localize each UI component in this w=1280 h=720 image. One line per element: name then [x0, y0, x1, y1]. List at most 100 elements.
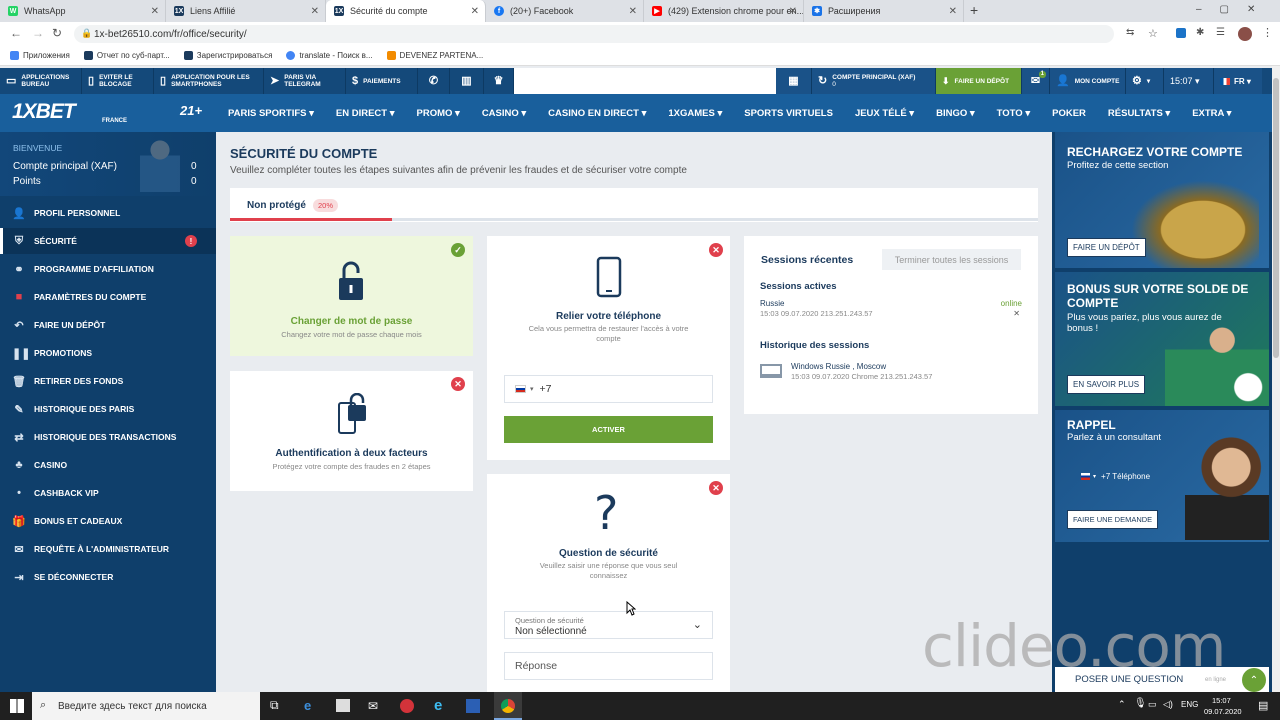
sidebar-item-historique-transactions[interactable]: ⇄ HISTORIQUE DES TRANSACTIONS	[0, 424, 216, 450]
sidebar-item-affiliation[interactable]: ⚭ PROGRAMME D'AFFILIATION	[0, 256, 216, 282]
reload-icon[interactable]: ↻	[52, 26, 62, 40]
chevron-up-icon[interactable]: ⌃	[1118, 699, 1126, 710]
learn-more-button[interactable]: EN SAVOIR PLUS	[1067, 375, 1146, 394]
star-icon[interactable]: ☆	[1148, 27, 1158, 40]
qr-button[interactable]: ▦	[776, 68, 812, 94]
chrome-taskbar-button[interactable]	[494, 692, 522, 720]
close-icon[interactable]: ✕	[949, 6, 957, 17]
close-icon[interactable]: ✕	[709, 481, 723, 495]
sidebar-item-promotions[interactable]: ❚❚ PROMOTIONS	[0, 340, 216, 366]
nav-toto[interactable]: TOTO ▾	[997, 108, 1030, 119]
two-factor-card[interactable]: ✕ Authentification à deux facteurs Proté…	[230, 371, 473, 491]
nav-casino-en-direct[interactable]: CASINO EN DIRECT ▾	[548, 108, 646, 119]
scrollbar-thumb[interactable]	[1273, 78, 1279, 358]
browser-tab-whatsapp[interactable]: W WhatsApp ✕	[0, 0, 166, 22]
bookmark-partner[interactable]: DEVENEZ PARTENA...	[386, 51, 483, 60]
nav-casino[interactable]: CASINO ▾	[482, 108, 526, 119]
bookmark-register[interactable]: Зарегистрироваться	[183, 51, 272, 60]
bookmark-apps[interactable]: Приложения	[10, 51, 70, 60]
nav-sports-virtuels[interactable]: SPORTS VIRTUELS	[744, 108, 833, 119]
close-icon[interactable]: ✕	[789, 6, 797, 17]
my-account-button[interactable]: 👤 MON COMPTE	[1050, 68, 1126, 94]
sidebar-item-depot[interactable]: ↶ FAIRE UN DÉPÔT	[0, 312, 216, 338]
extension-icon[interactable]	[1176, 28, 1186, 38]
nav-promo[interactable]: PROMO ▾	[417, 108, 460, 119]
edge-icon[interactable]: e	[304, 698, 311, 713]
puzzle-icon[interactable]: ✱	[1196, 27, 1204, 38]
mail-icon[interactable]: ✉	[368, 699, 378, 713]
menu-icon[interactable]: ⋮	[1262, 26, 1273, 39]
bonus-promo[interactable]: BONUS SUR VOTRE SOLDE DE COMPTE Plus vou…	[1055, 272, 1269, 406]
close-icon[interactable]: ✕	[471, 6, 479, 17]
logo-area[interactable]: 1XBET FRANCE 21+	[0, 94, 216, 132]
sidebar-item-parametres[interactable]: ■ PARAMÈTRES DU COMPTE	[0, 284, 216, 310]
phone-button[interactable]: ✆	[418, 68, 450, 94]
microphone-icon[interactable]: 🎙	[1134, 698, 1147, 709]
phone-input[interactable]: ▾ +7	[504, 375, 713, 403]
nav-1xgames[interactable]: 1XGAMES ▾	[668, 108, 722, 119]
url-input[interactable]: 🔒 1x-bet26510.com/fr/office/security/	[74, 25, 1114, 43]
browser-tab-liens-affilie[interactable]: 1X Liens Affilié ✕	[166, 0, 326, 22]
browser-tab-securite[interactable]: 1X Sécurité du compte ✕	[326, 0, 486, 22]
recall-phone[interactable]: ▾ +7 Téléphone	[1081, 472, 1150, 481]
language-selector[interactable]: FR ▾	[1214, 68, 1262, 94]
nav-paris-sportifs[interactable]: PARIS SPORTIFS ▾	[228, 108, 314, 119]
avatar[interactable]	[1238, 27, 1252, 41]
nav-en-direct[interactable]: EN DIRECT ▾	[336, 108, 395, 119]
close-icon[interactable]: ✕	[629, 6, 637, 17]
volume-icon[interactable]: ◁)	[1163, 699, 1173, 710]
browser-tab-extensions[interactable]: ✱ Расширения ✕	[804, 0, 964, 22]
browser-tab-youtube[interactable]: ▶ (429) Extension chrome pour en... ✕	[644, 0, 804, 22]
settings-button[interactable]: ⚙ ▾	[1126, 68, 1164, 94]
trophy-button[interactable]: ♛	[484, 68, 514, 94]
sidebar-item-deconnecter[interactable]: ⇥ SE DÉCONNECTER	[0, 564, 216, 590]
sidebar-item-bonus[interactable]: 🎁 BONUS ET CADEAUX	[0, 508, 216, 534]
account-balance[interactable]: ↻ COMPTE PRINCIPAL (XAF) 0	[812, 68, 936, 94]
sidebar-item-casino[interactable]: ♣ CASINO	[0, 452, 216, 478]
recharge-deposit-button[interactable]: FAIRE UN DÉPÔT	[1067, 238, 1146, 257]
nav-bingo[interactable]: BINGO ▾	[936, 108, 975, 119]
request-button[interactable]: FAIRE UNE DEMANDE	[1067, 510, 1159, 529]
close-icon[interactable]: ✕	[709, 243, 723, 257]
edge-new-icon[interactable]: e	[434, 697, 442, 714]
chevron-down-icon[interactable]: ▾	[530, 385, 534, 393]
store-icon[interactable]	[336, 699, 350, 712]
desktop-apps-button[interactable]: ▭ APPLICATIONS BUREAU	[0, 68, 82, 94]
activate-button[interactable]: ACTIVER	[504, 416, 713, 443]
close-icon[interactable]: ✕	[1013, 309, 1020, 318]
network-icon[interactable]: ▭	[1148, 699, 1157, 710]
new-tab-button[interactable]: +	[970, 2, 978, 18]
nav-extra[interactable]: EXTRA ▾	[1192, 108, 1231, 119]
translate-icon[interactable]: ⇆	[1126, 27, 1134, 38]
task-view-icon[interactable]: ⧉	[270, 698, 279, 713]
nav-jeux-tele[interactable]: JEUX TÉLÉ ▾	[855, 108, 914, 119]
playlist-icon[interactable]: ☰	[1216, 27, 1225, 38]
deposit-button[interactable]: ⬇ FAIRE UN DÉPÔT	[936, 68, 1022, 94]
sidebar-item-securite[interactable]: ⛨ SÉCURITÉ!	[0, 228, 216, 254]
close-icon[interactable]: ✕	[151, 6, 159, 17]
nav-poker[interactable]: POKER	[1052, 108, 1086, 119]
clock-time[interactable]: 15:07	[1212, 696, 1231, 705]
bookmark-translate[interactable]: translate - Поиск в...	[286, 51, 373, 60]
sidebar-item-cashback[interactable]: • CASHBACK VIP	[0, 480, 216, 506]
lang-indicator[interactable]: ENG	[1181, 700, 1198, 709]
browser-tab-facebook[interactable]: f (20+) Facebook ✕	[486, 0, 644, 22]
sidebar-item-profil[interactable]: 👤 PROFIL PERSONNEL	[0, 200, 216, 226]
smartphone-app-button[interactable]: ▯ APPLICATION POUR LES SMARTPHONES	[154, 68, 264, 94]
security-question-select[interactable]: Question de sécurité Non sélectionné ⌄	[504, 611, 713, 639]
windows-start-icon[interactable]	[10, 699, 24, 713]
avoid-block-button[interactable]: ▯ EVITER LE BLOCAGE	[82, 68, 154, 94]
forward-icon[interactable]: →	[32, 26, 44, 40]
nav-resultats[interactable]: RÉSULTATS ▾	[1108, 108, 1170, 119]
telegram-button[interactable]: ➤ PARIS VIA TELEGRAM	[264, 68, 346, 94]
sidebar-item-historique-paris[interactable]: ✎ HISTORIQUE DES PARIS	[0, 396, 216, 422]
taskbar-search-input[interactable]: ⌕ Введите здесь текст для поиска	[32, 692, 260, 720]
page-scrollbar[interactable]	[1272, 66, 1280, 692]
app-icon[interactable]	[400, 699, 414, 713]
back-icon[interactable]: ←	[10, 26, 22, 40]
chevron-up-icon[interactable]: ⌃	[1242, 668, 1266, 692]
end-all-sessions-button[interactable]: Terminer toutes les sessions	[882, 249, 1021, 270]
close-icon[interactable]: ✕	[311, 6, 319, 17]
remote-icon[interactable]	[466, 699, 480, 713]
time-selector[interactable]: 15:07 ▾	[1164, 68, 1214, 94]
